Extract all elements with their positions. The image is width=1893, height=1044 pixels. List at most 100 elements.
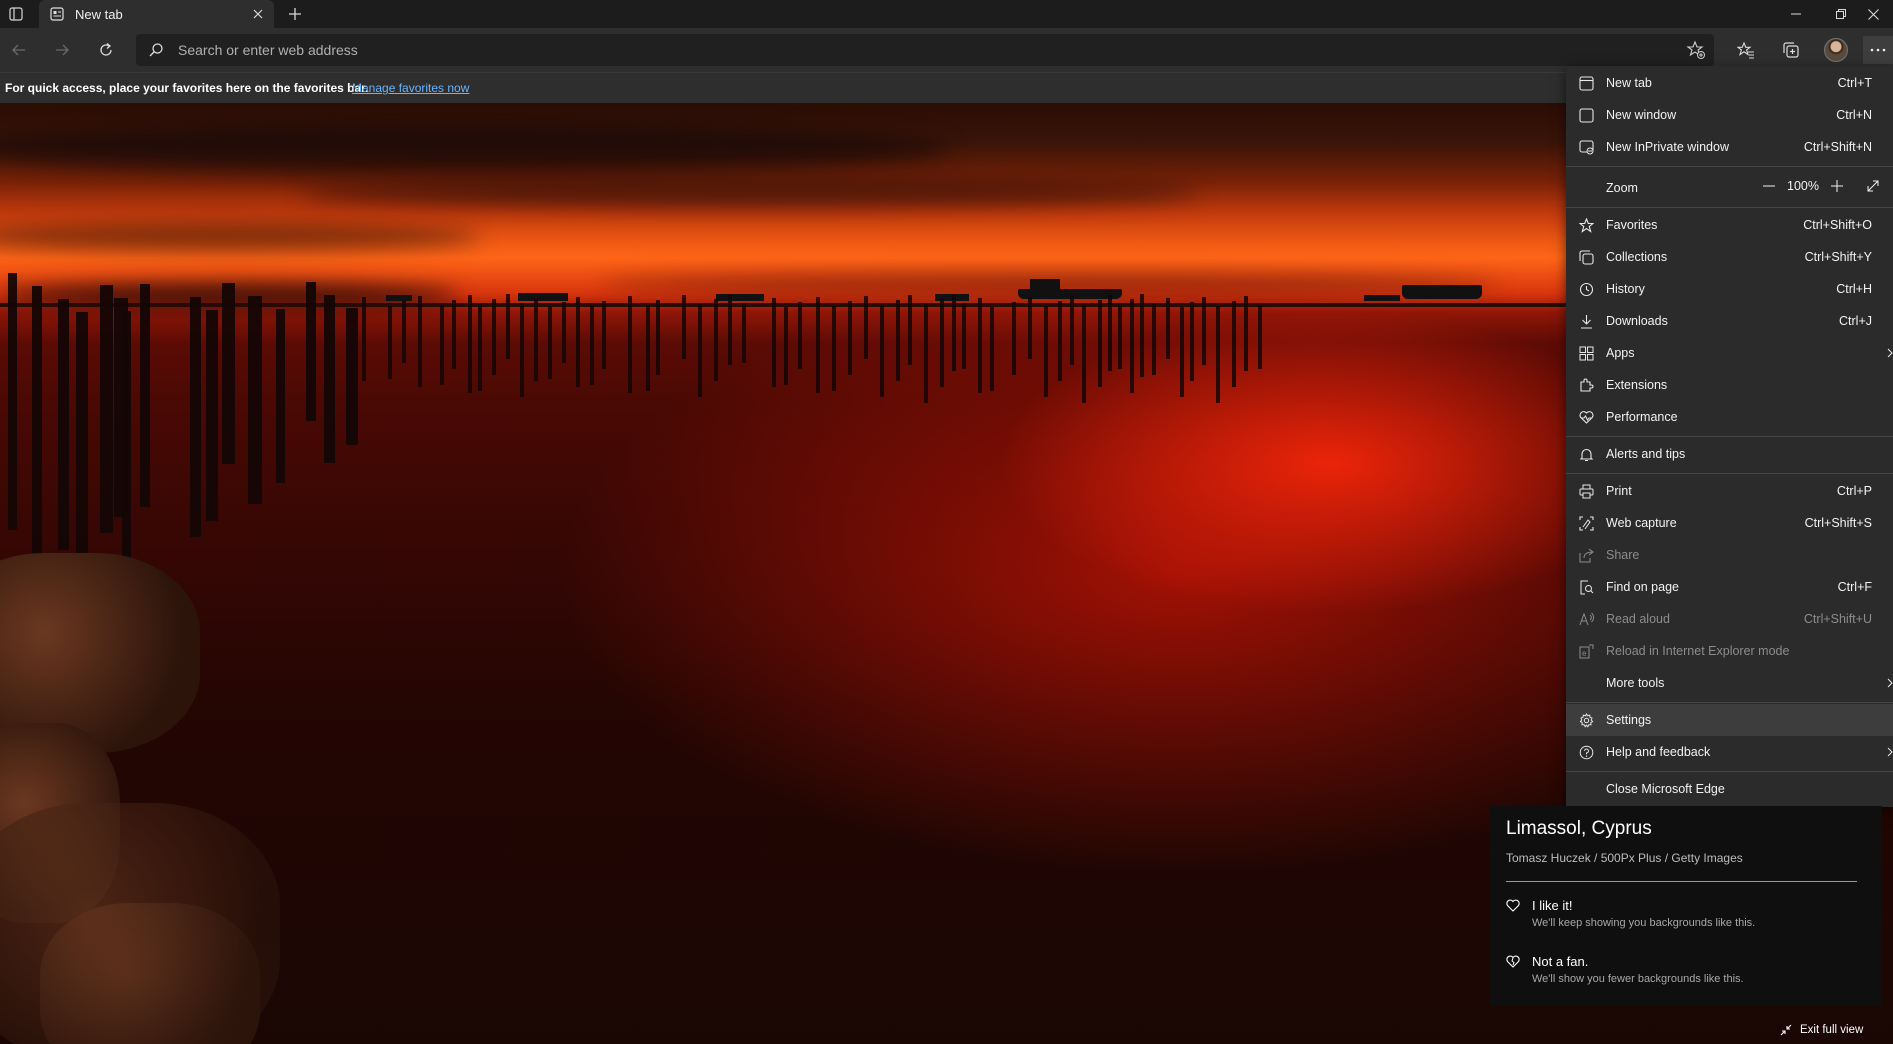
menu-item-label: Share (1606, 548, 1640, 562)
pier-post (798, 302, 802, 369)
full-screen-button[interactable] (1860, 170, 1886, 202)
ie-mode-icon: e (1578, 643, 1594, 659)
performance-icon (1578, 409, 1594, 425)
menu-item-label: More tools (1606, 676, 1665, 690)
close-icon (1867, 8, 1879, 20)
refresh-icon (100, 43, 112, 56)
cloud (0, 123, 950, 173)
minimize-button[interactable] (1773, 0, 1819, 28)
plus-icon (1831, 180, 1843, 192)
close-window-button[interactable] (1850, 0, 1893, 28)
address-input[interactable] (178, 34, 1578, 66)
menu-separator (1566, 771, 1893, 772)
tab-actions-button[interactable] (0, 0, 32, 28)
pier-post (222, 283, 235, 465)
share-icon (1578, 547, 1594, 563)
menu-item-alerts-and-tips[interactable]: Alerts and tips (1566, 438, 1893, 470)
menu-item-label: Performance (1606, 410, 1678, 424)
pier-post (1028, 297, 1032, 359)
pier-post (548, 307, 552, 379)
pier-post (1108, 295, 1112, 371)
settings-and-more-button[interactable] (1863, 36, 1893, 64)
pier-post (952, 294, 956, 371)
menu-item-apps[interactable]: Apps (1566, 337, 1893, 369)
web-capture-icon (1578, 515, 1594, 531)
ship (518, 293, 568, 301)
add-favorite-icon[interactable] (1686, 40, 1706, 60)
collections-button[interactable] (1773, 34, 1809, 66)
pier-post (1180, 307, 1184, 397)
menu-item-shortcut: Ctrl+N (1836, 108, 1872, 122)
menu-item-new-inprivate-window[interactable]: New InPrivate window Ctrl+Shift+N (1566, 131, 1893, 163)
pier-post (682, 295, 686, 359)
pier-post (1190, 302, 1194, 381)
menu-item-settings[interactable]: Settings (1566, 704, 1893, 736)
back-button[interactable] (3, 34, 35, 66)
menu-item-new-window[interactable]: New window Ctrl+N (1566, 99, 1893, 131)
pier-post (362, 297, 366, 381)
pier-post (990, 307, 994, 391)
favorites-button[interactable] (1728, 34, 1764, 66)
menu-item-extensions[interactable]: Extensions (1566, 369, 1893, 401)
menu-item-downloads[interactable]: Downloads Ctrl+J (1566, 305, 1893, 337)
menu-item-history[interactable]: History Ctrl+H (1566, 273, 1893, 305)
pier-post (1058, 301, 1062, 381)
zoom-out-button[interactable] (1756, 170, 1782, 202)
address-bar[interactable] (136, 34, 1714, 66)
dislike-feedback-button[interactable]: Not a fan. We'll show you fewer backgrou… (1506, 954, 1866, 994)
pier-post (562, 302, 566, 363)
menu-item-performance[interactable]: Performance (1566, 401, 1893, 433)
menu-item-help-and-feedback[interactable]: Help and feedback (1566, 736, 1893, 768)
pier-post (122, 311, 131, 565)
minus-icon (1763, 185, 1775, 187)
exit-full-view-button[interactable]: Exit full view (1780, 1021, 1863, 1039)
collections-icon (1783, 42, 1799, 58)
pier-post (190, 297, 201, 537)
arrow-left-icon (12, 44, 25, 56)
image-location[interactable]: Limassol, Cyprus (1506, 818, 1652, 840)
new-tab-button[interactable] (280, 0, 310, 28)
menu-item-close-microsoft-edge[interactable]: Close Microsoft Edge (1566, 773, 1893, 805)
pier-post (8, 273, 17, 530)
menu-item-read-aloud[interactable]: Read aloud Ctrl+Shift+U (1566, 603, 1893, 635)
menu-item-label: New InPrivate window (1606, 140, 1729, 154)
close-tab-button[interactable] (246, 2, 270, 26)
like-feedback-button[interactable]: I like it! We'll keep showing you backgr… (1506, 898, 1866, 938)
pier-post (506, 294, 510, 359)
menu-item-print[interactable]: Print Ctrl+P (1566, 475, 1893, 507)
menu-item-favorites[interactable]: Favorites Ctrl+Shift+O (1566, 209, 1893, 241)
menu-item-find-on-page[interactable]: Find on page Ctrl+F (1566, 571, 1893, 603)
menu-item-zoom: Zoom 100% (1566, 170, 1893, 206)
menu-item-share[interactable]: Share (1566, 539, 1893, 571)
pier-post (816, 297, 820, 393)
refresh-button[interactable] (90, 34, 122, 66)
menu-item-collections[interactable]: Collections Ctrl+Shift+Y (1566, 241, 1893, 273)
zoom-control: 100% (1756, 170, 1886, 202)
pier-post (1232, 301, 1236, 387)
manage-favorites-link[interactable]: Manage favorites now (352, 81, 469, 95)
pier-post (32, 286, 42, 571)
menu-item-new-tab[interactable]: New tab Ctrl+T (1566, 67, 1893, 99)
forward-button[interactable] (46, 34, 78, 66)
menu-item-reload-ie-mode[interactable]: e Reload in Internet Explorer mode (1566, 635, 1893, 667)
menu-item-shortcut: Ctrl+Shift+N (1803, 140, 1872, 154)
pier-post (324, 295, 335, 464)
menu-item-label: Favorites (1606, 218, 1658, 232)
profile-button[interactable] (1818, 34, 1854, 66)
menu-item-label: New window (1606, 108, 1677, 122)
minimize-icon (1791, 13, 1801, 15)
menu-item-web-capture[interactable]: Web capture Ctrl+Shift+S (1566, 507, 1893, 539)
pier-post (58, 299, 69, 550)
menu-item-label: Collections (1606, 250, 1668, 264)
tab-new-tab[interactable]: New tab (39, 0, 274, 28)
pier-post (1152, 303, 1156, 375)
ship (1402, 285, 1482, 299)
ship (1030, 279, 1060, 291)
pier-post (402, 301, 406, 363)
menu-separator (1566, 473, 1893, 474)
pier-post (1244, 296, 1248, 371)
divider (1506, 881, 1857, 882)
pier-post (248, 296, 262, 504)
menu-item-more-tools[interactable]: More tools (1566, 667, 1893, 699)
zoom-in-button[interactable] (1824, 170, 1850, 202)
